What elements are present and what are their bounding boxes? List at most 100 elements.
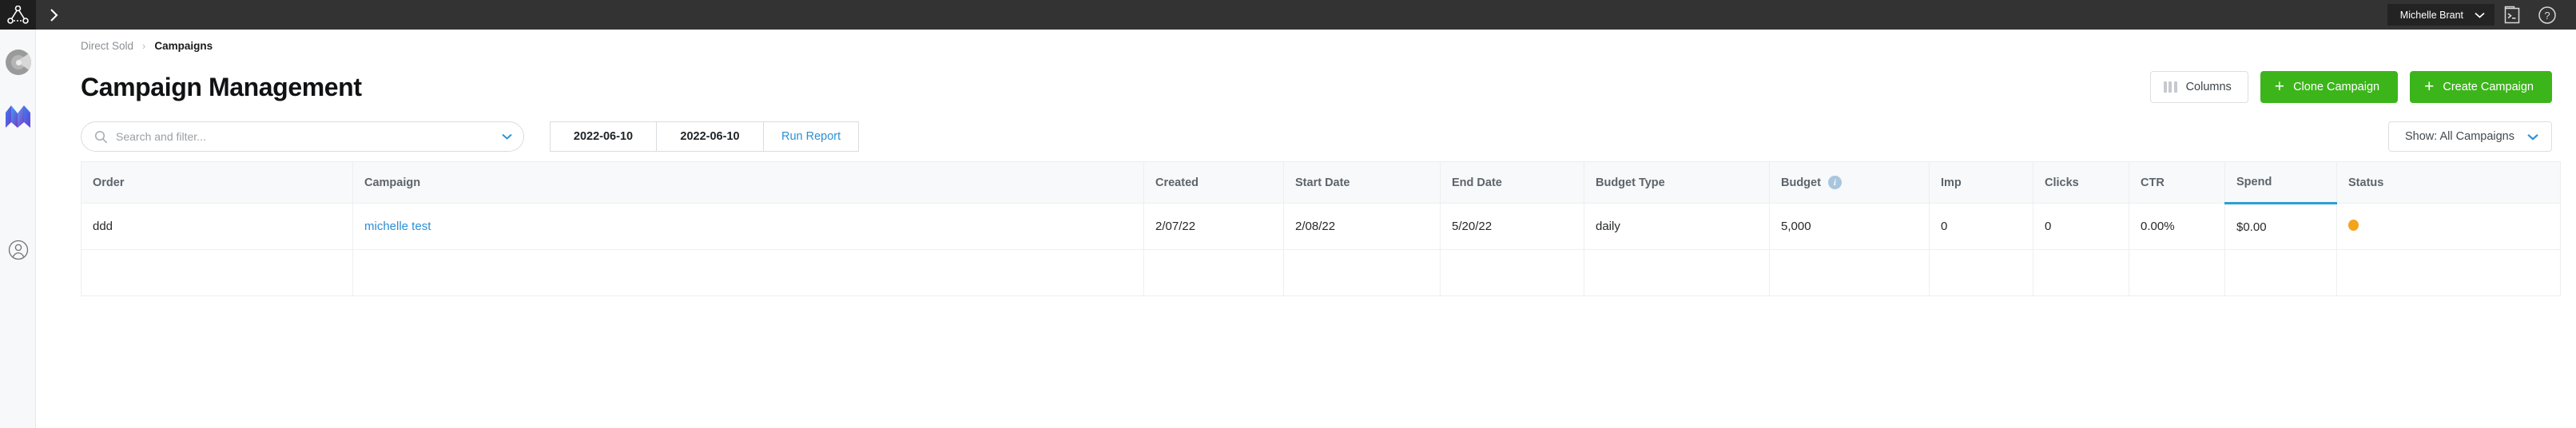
cell-end_date (1440, 249, 1584, 296)
end-date-field[interactable]: 2022-06-10 (657, 121, 764, 152)
svg-text:?: ? (2544, 10, 2550, 22)
columns-icon (2163, 81, 2177, 93)
campaigns-table: Order Campaign Created Start Date End Date Bu… (81, 161, 2561, 296)
rail-item-account[interactable] (0, 232, 36, 268)
table-body: ddd michelle test 2/07/22 2/08/22 5/20/22 dai… (81, 203, 2561, 296)
column-header-inner: Budget Type (1596, 176, 1758, 189)
chevron-right-icon (50, 8, 58, 22)
campaigns-table-container: Order Campaign Created Start Date End Date Bu… (36, 161, 2576, 428)
search-chevron-down-icon[interactable] (502, 133, 512, 140)
date-range-group: 2022-06-10 2022-06-10 Run Report (550, 121, 860, 152)
breadcrumb: Direct Sold › Campaigns (36, 30, 2576, 62)
column-header-inner: Budget i (1781, 176, 1918, 189)
clone-campaign-button[interactable]: + Clone Campaign (2260, 71, 2399, 103)
help-button[interactable]: ? (2530, 0, 2565, 30)
status-badge (2348, 219, 2359, 231)
question-mark-help-icon: ? (2538, 6, 2556, 24)
table-head: Order Campaign Created Start Date End Date Bu… (81, 161, 2561, 204)
column-header-label: Campaign (364, 176, 421, 189)
column-header-inner: Created (1155, 176, 1272, 189)
page-title: Campaign Management (81, 72, 362, 101)
column-header-status[interactable]: Status (2336, 161, 2561, 204)
column-header-label: Status (2348, 176, 2384, 189)
column-header-spend[interactable]: Spend (2224, 161, 2337, 204)
table-header-row: Order Campaign Created Start Date End Date Bu… (81, 161, 2561, 204)
create-campaign-button[interactable]: + Create Campaign (2410, 71, 2552, 103)
column-header-label: End Date (1452, 176, 1502, 189)
run-report-button[interactable]: Run Report (764, 121, 860, 152)
left-rail (0, 0, 36, 428)
page-header: Campaign Management Columns + Clone Camp… (36, 62, 2576, 112)
breadcrumb-current: Campaigns (154, 39, 213, 52)
cell-status (2336, 203, 2561, 250)
cell-order: ddd (81, 203, 353, 250)
budget-info-icon[interactable]: i (1827, 176, 1842, 189)
column-header-label: Imp (1941, 176, 1962, 189)
radar-wedge (16, 51, 31, 73)
column-header-label: Start Date (1295, 176, 1350, 189)
cell-budget_type (1584, 249, 1770, 296)
create-campaign-label: Create Campaign (2443, 81, 2534, 93)
column-header-ctr[interactable]: CTR (2129, 161, 2225, 204)
show-filter-label: Show: All Campaigns (2404, 130, 2514, 143)
column-header-label: Created (1155, 176, 1199, 189)
cell-created (1143, 249, 1284, 296)
column-header-order[interactable]: Order (81, 161, 353, 204)
campaign-name-link[interactable]: michelle test (364, 220, 431, 233)
columns-button[interactable]: Columns (2149, 71, 2248, 103)
search-filter-box[interactable] (81, 121, 524, 152)
cell-spend (2224, 249, 2337, 296)
cell-start_date (1283, 249, 1441, 296)
cell-ctr: 0.00% (2129, 203, 2225, 250)
cell-campaign (352, 249, 1144, 296)
column-header-inner: Status (2348, 176, 2549, 189)
cell-ctr (2129, 249, 2225, 296)
plus-icon: + (2274, 77, 2285, 96)
cell-order (81, 249, 353, 296)
cell-created: 2/07/22 (1143, 203, 1284, 250)
column-header-inner: Order (93, 176, 341, 189)
cell-budget_type: daily (1584, 203, 1770, 250)
m-brand-logo-icon (5, 105, 30, 128)
nav-expand-toggle[interactable] (36, 0, 73, 30)
column-header-inner: Imp (1941, 176, 2021, 189)
radar-disc-icon (5, 49, 31, 75)
table-row[interactable]: ddd michelle test 2/07/22 2/08/22 5/20/22 dai… (81, 203, 2561, 250)
column-header-created[interactable]: Created (1143, 161, 1284, 204)
column-header-budget[interactable]: Budget i (1769, 161, 1930, 204)
page-header-actions: Columns + Clone Campaign + Create Campai… (2149, 71, 2552, 103)
breadcrumb-separator-icon: › (142, 39, 146, 52)
cell-spend: $0.00 (2224, 203, 2337, 250)
column-header-campaign[interactable]: Campaign (352, 161, 1144, 204)
cell-budget (1769, 249, 1930, 296)
campaign-management-page: Michelle Brant ? Direct Sold › Campaigns… (0, 0, 2576, 428)
cell-end_date: 5/20/22 (1440, 203, 1584, 250)
table-row[interactable] (81, 249, 2561, 296)
column-header-inner: End Date (1452, 176, 1572, 189)
column-header-clicks[interactable]: Clicks (2033, 161, 2129, 204)
column-header-inner: Clicks (2045, 176, 2117, 189)
column-header-budget_type[interactable]: Budget Type (1584, 161, 1770, 204)
column-header-label: Order (93, 176, 125, 189)
column-header-label: Clicks (2045, 176, 2079, 189)
rail-item-radar[interactable] (0, 44, 36, 80)
column-header-imp[interactable]: Imp (1929, 161, 2033, 204)
show-filter-dropdown[interactable]: Show: All Campaigns (2387, 121, 2552, 152)
search-input[interactable] (116, 130, 502, 143)
column-header-inner: Spend (2236, 176, 2325, 188)
cell-imp (1929, 249, 2033, 296)
clone-campaign-label: Clone Campaign (2293, 81, 2380, 93)
user-menu[interactable]: Michelle Brant (2387, 4, 2495, 26)
rail-item-brand[interactable] (0, 98, 36, 134)
breadcrumb-parent[interactable]: Direct Sold (81, 40, 133, 52)
console-button[interactable] (2495, 0, 2530, 30)
column-header-label: Spend (2236, 176, 2272, 188)
start-date-field[interactable]: 2022-06-10 (550, 121, 657, 152)
terminal-console-icon (2504, 6, 2520, 23)
column-header-end_date[interactable]: End Date (1440, 161, 1584, 204)
column-header-inner: Campaign (364, 176, 1132, 189)
app-logo[interactable] (0, 0, 36, 30)
top-bar: Michelle Brant ? (36, 0, 2576, 30)
cell-clicks (2033, 249, 2129, 296)
column-header-start_date[interactable]: Start Date (1283, 161, 1441, 204)
